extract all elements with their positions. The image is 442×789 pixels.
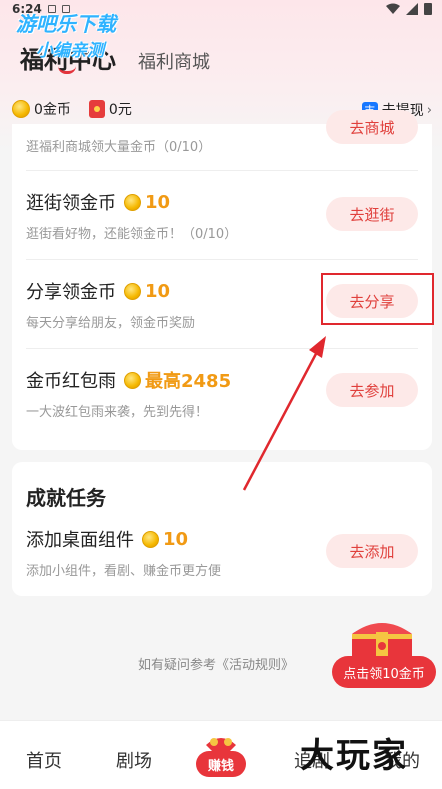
coin-icon (124, 193, 141, 211)
watermark-line1: 游吧乐下载 (16, 12, 116, 36)
task-title-text: 金币红包雨 (26, 371, 116, 392)
task-reward: 最高2485 (145, 371, 232, 392)
task-reward: 10 (145, 280, 171, 302)
claim-coins-button[interactable]: 点击领10金币 (332, 656, 436, 688)
nav-earn[interactable]: 赚钱 (196, 751, 246, 777)
nav-theater[interactable]: 剧场 (116, 747, 152, 773)
task-reward: 10 (163, 528, 189, 550)
coin-icon (12, 100, 30, 118)
coin-icon (142, 530, 159, 548)
brand-watermark: 大玩家 (300, 736, 408, 776)
task-desc: 逛福利商城领大量金币（0/10） (26, 140, 212, 155)
add-widget-button[interactable]: 去添加 (326, 534, 418, 568)
chevron-right-icon: › (426, 102, 432, 118)
watermark-line2: 小编亲测 (36, 41, 104, 61)
task-title: 逛街领金币 10 (26, 189, 170, 215)
task-row-widget: 添加桌面组件 10 添加小组件，看剧、赚金币更方便 去添加 (12, 518, 432, 596)
go-mall-button[interactable]: 去商城 (326, 110, 418, 144)
red-envelope-icon (88, 100, 105, 118)
achievement-card: 成就任务 添加桌面组件 10 添加小组件，看剧、赚金币更方便 去添加 (12, 462, 432, 596)
section-title: 成就任务 (26, 486, 106, 510)
battery-icon (424, 3, 432, 15)
task-reward: 10 (145, 191, 171, 213)
tab-welfare-mall[interactable]: 福利商城 (138, 48, 210, 74)
cash-balance: 0元 (108, 102, 132, 118)
task-title: 金币红包雨 最高2485 (26, 367, 231, 393)
nav-home[interactable]: 首页 (26, 747, 62, 773)
task-desc: 逛街看好物，还能领金币！（0/10） (26, 227, 238, 242)
go-shopping-button[interactable]: 去逛街 (326, 197, 418, 231)
task-row-shopping: 逛街领金币 10 逛街看好物，还能领金币！（0/10） 去逛街 (12, 171, 432, 259)
join-button[interactable]: 去参加 (326, 373, 418, 407)
task-title-text: 添加桌面组件 (26, 530, 134, 551)
wifi-icon (386, 3, 400, 14)
task-desc: 添加小组件，看剧、赚金币更方便 (26, 564, 222, 579)
task-title-text: 逛街领金币 (26, 193, 116, 214)
coin-balance: 0金币 (34, 102, 71, 118)
task-title: 添加桌面组件 10 (26, 526, 188, 552)
task-row-red-envelope-rain: 金币红包雨 最高2485 一大波红包雨来袭，先到先得！ 去参加 (12, 349, 432, 437)
signal-icon (406, 2, 418, 15)
task-desc: 一大波红包雨来袭，先到先得！ (26, 405, 209, 420)
task-row-mall: 逛福利商城领大量金币（0/10） 去商城 (12, 110, 432, 170)
task-title: 分享领金币 10 (26, 278, 170, 304)
coin-icon (124, 282, 141, 300)
task-desc: 每天分享给朋友，领金币奖励 (26, 316, 196, 331)
task-title-text: 分享领金币 (26, 282, 116, 303)
status-icons (386, 2, 432, 15)
activity-rules-link[interactable]: 如有疑问参考《活动规则》 (138, 654, 294, 673)
coin-icon (124, 371, 141, 389)
highlight-box (321, 273, 434, 325)
